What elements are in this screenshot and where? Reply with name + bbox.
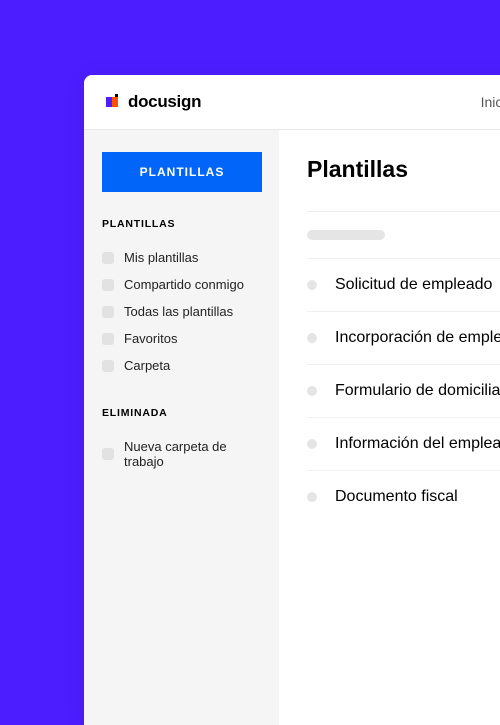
status-dot-icon xyxy=(307,492,317,502)
sidebar-item-label: Nueva carpeta de trabajo xyxy=(124,439,261,469)
template-name: Solicitud de empleado xyxy=(335,276,492,294)
sidebar-item-nueva-carpeta[interactable]: Nueva carpeta de trabajo xyxy=(102,433,261,475)
folder-icon xyxy=(102,360,114,372)
main-content: Plantillas Solicitud de empleado Incorpo… xyxy=(279,130,500,725)
sidebar-item-label: Favoritos xyxy=(124,331,177,346)
folder-icon xyxy=(102,279,114,291)
sidebar-item-label: Mis plantillas xyxy=(124,250,198,265)
folder-icon xyxy=(102,252,114,264)
status-dot-icon xyxy=(307,333,317,343)
template-list: Solicitud de empleado Incorporación de e… xyxy=(307,258,500,523)
folder-icon xyxy=(102,306,114,318)
template-name: Formulario de domiciliación xyxy=(335,382,500,400)
header-nav: Inicio Gestionar xyxy=(481,94,500,110)
template-row[interactable]: Documento fiscal xyxy=(307,470,500,523)
sidebar-item-todas[interactable]: Todas las plantillas xyxy=(102,298,261,325)
sidebar-item-label: Compartido conmigo xyxy=(124,277,244,292)
template-row[interactable]: Incorporación de empleado xyxy=(307,311,500,364)
page-title: Plantillas xyxy=(307,156,500,183)
sidebar-item-carpeta[interactable]: Carpeta xyxy=(102,352,261,379)
status-dot-icon xyxy=(307,386,317,396)
sidebar-list-eliminada: Nueva carpeta de trabajo xyxy=(102,433,261,475)
status-dot-icon xyxy=(307,280,317,290)
template-row[interactable]: Información del empleado xyxy=(307,417,500,470)
app-window: docusign Inicio Gestionar PLANTILLAS PLA… xyxy=(84,75,500,725)
nav-link-inicio[interactable]: Inicio xyxy=(481,94,500,110)
brand-logo[interactable]: docusign xyxy=(106,92,201,112)
status-dot-icon xyxy=(307,439,317,449)
sidebar-item-compartido[interactable]: Compartido conmigo xyxy=(102,271,261,298)
app-header: docusign Inicio Gestionar xyxy=(84,75,500,130)
sidebar-section-plantillas: PLANTILLAS xyxy=(102,218,261,230)
sidebar-item-favoritos[interactable]: Favoritos xyxy=(102,325,261,352)
sidebar-section-eliminada: ELIMINADA xyxy=(102,407,261,419)
template-row[interactable]: Formulario de domiciliación xyxy=(307,364,500,417)
sidebar-item-label: Carpeta xyxy=(124,358,170,373)
brand-name: docusign xyxy=(128,92,201,112)
template-name: Incorporación de empleado xyxy=(335,329,500,347)
divider xyxy=(307,211,500,212)
template-name: Información del empleado xyxy=(335,435,500,453)
sidebar-item-label: Todas las plantillas xyxy=(124,304,233,319)
subtitle-skeleton xyxy=(307,230,385,240)
plantillas-button[interactable]: PLANTILLAS xyxy=(102,152,262,192)
sidebar: PLANTILLAS PLANTILLAS Mis plantillas Com… xyxy=(84,130,279,725)
sidebar-item-mis-plantillas[interactable]: Mis plantillas xyxy=(102,244,261,271)
sidebar-list-plantillas: Mis plantillas Compartido conmigo Todas … xyxy=(102,244,261,379)
template-row[interactable]: Solicitud de empleado xyxy=(307,258,500,311)
template-name: Documento fiscal xyxy=(335,488,458,506)
folder-icon xyxy=(102,333,114,345)
app-body: PLANTILLAS PLANTILLAS Mis plantillas Com… xyxy=(84,130,500,725)
folder-icon xyxy=(102,448,114,460)
docusign-icon xyxy=(106,94,122,110)
